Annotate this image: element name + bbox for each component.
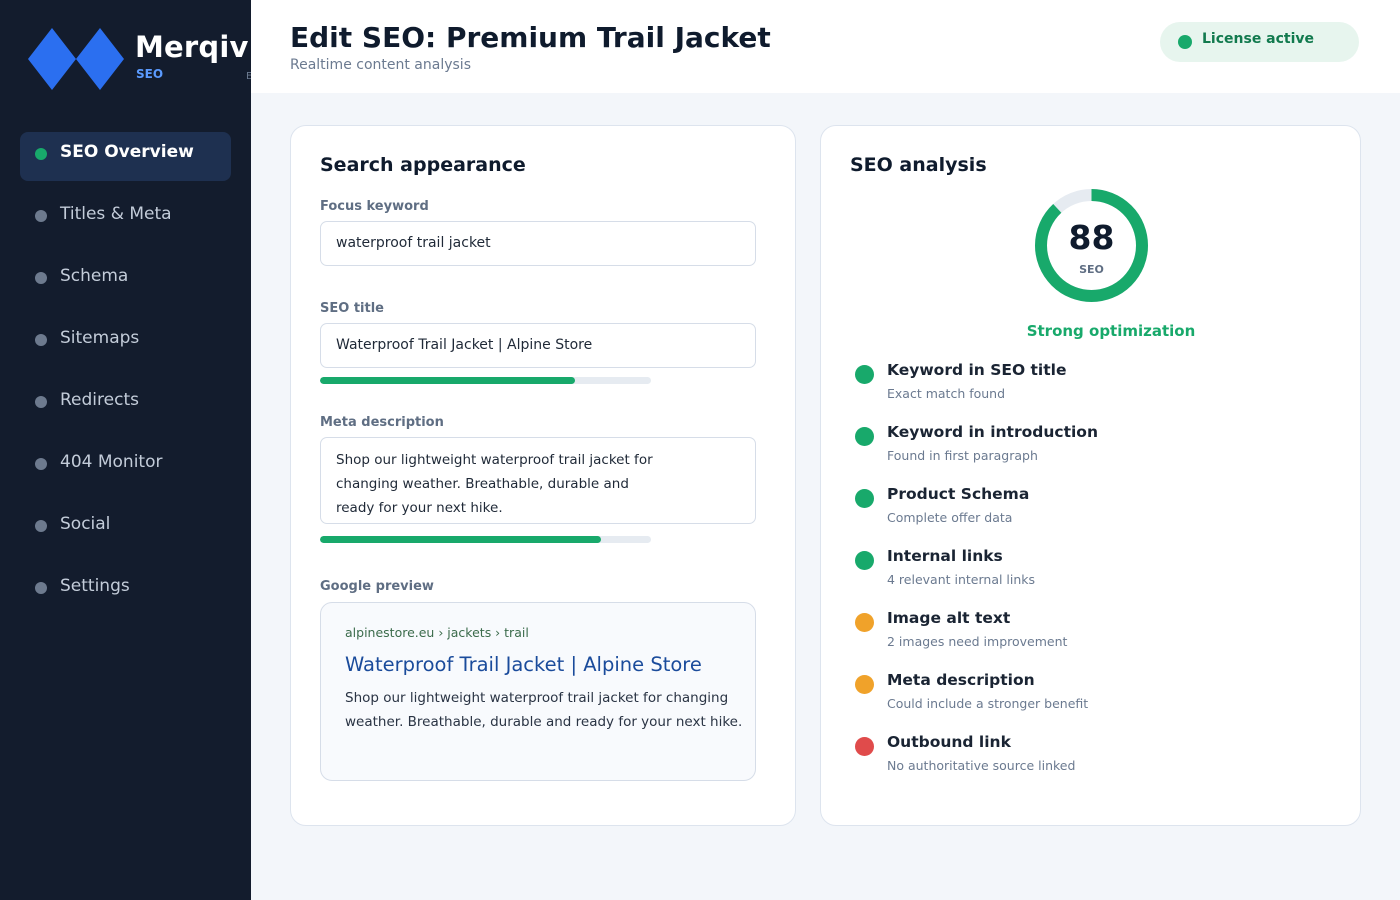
check-description: Complete offer data	[887, 510, 1013, 525]
seo-score-label: SEO	[1079, 263, 1104, 276]
check-good-icon	[855, 551, 874, 570]
google-preview-description: Shop our lightweight waterproof trail ja…	[345, 690, 743, 730]
google-preview-url: alpinestore.eu › jackets › trail	[345, 625, 529, 640]
active-dot-icon	[35, 148, 47, 160]
sidebar-item-titles-meta[interactable]: Titles & Meta	[20, 194, 231, 243]
check-title: Keyword in introduction	[887, 423, 1098, 441]
sidebar: Merqivi SEO E SEO Overview Titles & Meta…	[0, 0, 251, 900]
check-bad-icon	[855, 737, 874, 756]
status-dot-icon	[1178, 35, 1192, 49]
check-title: Keyword in SEO title	[887, 361, 1067, 379]
sidebar-item-seo-overview[interactable]: SEO Overview	[20, 132, 231, 181]
check-good-icon	[855, 489, 874, 508]
focus-keyword-input[interactable]: waterproof trail jacket	[320, 221, 756, 266]
seo-title-input[interactable]: Waterproof Trail Jacket | Alpine Store	[320, 323, 756, 368]
brand-name: Merqivi	[135, 30, 251, 64]
check-good-icon	[855, 427, 874, 446]
search-appearance-card: Search appearance Focus keyword waterpro…	[290, 125, 796, 826]
analysis-check-item: Internal links 4 relevant internal links	[850, 547, 1330, 597]
meta-description-textarea[interactable]: Shop our lightweight waterproof trail ja…	[320, 437, 756, 524]
focus-keyword-label: Focus keyword	[320, 199, 429, 214]
sidebar-nav: SEO Overview Titles & Meta Schema Sitema…	[20, 132, 231, 628]
bullet-icon	[35, 520, 47, 532]
bullet-icon	[35, 210, 47, 222]
seo-title-length-bar	[320, 377, 651, 384]
check-title: Image alt text	[887, 609, 1011, 627]
sidebar-item-label: 404 Monitor	[60, 452, 163, 472]
check-warning-icon	[855, 613, 874, 632]
sidebar-item-label: Sitemaps	[60, 328, 140, 348]
sidebar-item-redirects[interactable]: Redirects	[20, 380, 231, 429]
check-description: Exact match found	[887, 386, 1006, 401]
check-description: No authoritative source linked	[887, 758, 1076, 773]
check-title: Internal links	[887, 547, 1003, 565]
page-header: Edit SEO: Premium Trail Jacket Realtime …	[251, 0, 1400, 93]
seo-title-label: SEO title	[320, 301, 384, 316]
analysis-check-item: Outbound link No authoritative source li…	[850, 733, 1330, 783]
license-status-badge: License active	[1160, 22, 1359, 62]
sidebar-item-label: Settings	[60, 576, 130, 596]
sidebar-item-label: Titles & Meta	[60, 204, 172, 224]
analysis-check-item: Product Schema Complete offer data	[850, 485, 1330, 535]
meta-description-label: Meta description	[320, 415, 444, 430]
google-preview-label: Google preview	[320, 579, 434, 594]
sidebar-item-label: Schema	[60, 266, 129, 286]
seo-score-value: 88	[1068, 218, 1115, 257]
analysis-check-item: Image alt text 2 images need improvement	[850, 609, 1330, 659]
google-preview-title: Waterproof Trail Jacket | Alpine Store	[345, 653, 702, 676]
analysis-check-item: Meta description Could include a stronge…	[850, 671, 1330, 721]
bullet-icon	[35, 458, 47, 470]
sidebar-item-label: SEO Overview	[60, 142, 194, 162]
bullet-icon	[35, 582, 47, 594]
check-description: 2 images need improvement	[887, 634, 1068, 649]
sidebar-item-settings[interactable]: Settings	[20, 566, 231, 615]
check-title: Meta description	[887, 671, 1035, 689]
card-title: Search appearance	[320, 154, 526, 176]
check-description: 4 relevant internal links	[887, 572, 1036, 587]
license-status-label: License active	[1202, 31, 1315, 47]
card-title: SEO analysis	[850, 154, 987, 176]
page-title: Edit SEO: Premium Trail Jacket	[290, 21, 771, 54]
meta-description-length-fill	[320, 536, 602, 543]
check-description: Could include a stronger benefit	[887, 696, 1089, 711]
sidebar-item-social[interactable]: Social	[20, 504, 231, 553]
check-title: Outbound link	[887, 733, 1011, 751]
brand-logo-icon	[28, 28, 124, 90]
sidebar-item-schema[interactable]: Schema	[20, 256, 231, 305]
analysis-check-item: Keyword in SEO title Exact match found	[850, 361, 1330, 411]
check-title: Product Schema	[887, 485, 1030, 503]
bullet-icon	[35, 272, 47, 284]
bullet-icon	[35, 396, 47, 408]
meta-description-length-bar	[320, 536, 651, 543]
google-preview: alpinestore.eu › jackets › trail Waterpr…	[320, 602, 756, 781]
sidebar-item-sitemaps[interactable]: Sitemaps	[20, 318, 231, 367]
seo-title-length-fill	[320, 377, 575, 384]
seo-analysis-card: SEO analysis 88 SEO Strong optimization …	[820, 125, 1361, 826]
analysis-check-item: Keyword in introduction Found in first p…	[850, 423, 1330, 473]
sidebar-item-404-monitor[interactable]: 404 Monitor	[20, 442, 231, 491]
sidebar-item-label: Redirects	[60, 390, 139, 410]
page-subtitle: Realtime content analysis	[290, 57, 471, 73]
seo-score-status: Strong optimization	[1026, 322, 1196, 340]
check-description: Found in first paragraph	[887, 448, 1038, 463]
check-warning-icon	[855, 675, 874, 694]
sidebar-item-label: Social	[60, 514, 111, 534]
bullet-icon	[35, 334, 47, 346]
check-good-icon	[855, 365, 874, 384]
brand-subtitle: SEO	[136, 67, 164, 81]
